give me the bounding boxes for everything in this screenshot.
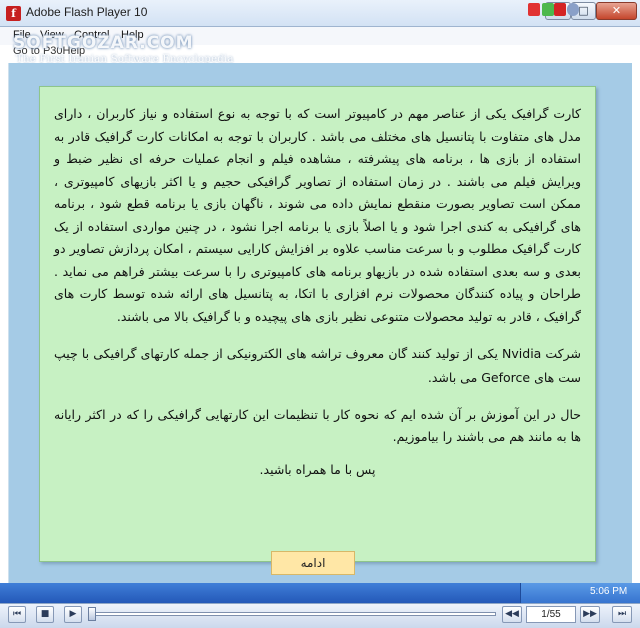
flash-player-icon: f: [6, 6, 21, 21]
watermark-logo: SOFTGOZAR.COM: [13, 33, 194, 53]
window-title: Adobe Flash Player 10: [26, 5, 148, 19]
stop-button[interactable]: ■: [36, 606, 54, 623]
paragraph-tutorial: حال در این آموزش بر آن شده ایم که نحوه ک…: [54, 407, 581, 444]
seek-thumb[interactable]: [88, 607, 96, 621]
previous-slide-button[interactable]: ◀◀: [502, 606, 522, 623]
play-button[interactable]: ▶: [64, 606, 82, 623]
antivirus-icon[interactable]: [554, 3, 566, 16]
network-icon[interactable]: [542, 3, 554, 16]
help-icon[interactable]: [567, 3, 579, 16]
next-slide-button[interactable]: ▶▶: [580, 606, 600, 623]
paragraph-closing: پس با ما همراه باشید.: [259, 462, 376, 477]
seek-bar[interactable]: [88, 612, 496, 616]
continue-button[interactable]: ادامه: [271, 551, 355, 575]
first-slide-button[interactable]: ⏮: [8, 606, 26, 623]
close-button[interactable]: ✕: [596, 2, 637, 20]
content-text: کارت گرافیک یکی از عناصر مهم در کامپیوتر…: [54, 103, 581, 480]
last-slide-button[interactable]: ⏭: [612, 606, 632, 623]
alert-icon[interactable]: [528, 3, 540, 16]
paragraph-nvidia: شرکت Nvidia یکی از تولید کنند گان معروف …: [54, 346, 582, 385]
tray-clock[interactable]: 5:06 PM: [590, 586, 627, 597]
content-panel: کارت گرافیک یکی از عناصر مهم در کامپیوتر…: [39, 86, 596, 562]
flash-stage: کارت گرافیک یکی از عناصر مهم در کامپیوتر…: [8, 63, 632, 583]
paragraph-intro: کارت گرافیک یکی از عناصر مهم در کامپیوتر…: [54, 106, 581, 324]
page-indicator: 1/55: [526, 606, 576, 623]
